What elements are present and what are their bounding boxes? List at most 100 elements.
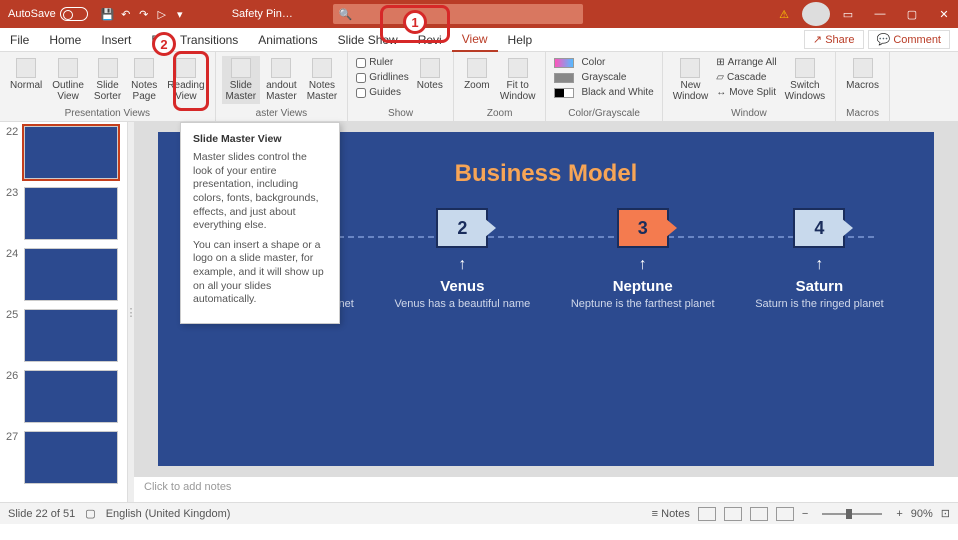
notes-icon xyxy=(420,58,440,78)
zoom-button[interactable]: Zoom xyxy=(460,56,494,93)
handout-icon xyxy=(271,58,291,78)
start-slideshow-icon[interactable]: ▷ xyxy=(154,6,170,22)
blackwhite-button[interactable]: Black and White xyxy=(552,86,655,99)
bw-swatch-icon xyxy=(554,88,574,98)
notes-master-button[interactable]: Notes Master xyxy=(303,56,342,104)
process-node[interactable]: 4 ↑ Saturn Saturn is the ringed planet xyxy=(755,208,883,311)
slide-master-icon xyxy=(231,58,251,78)
new-window-icon xyxy=(680,58,700,78)
gridlines-checkbox[interactable]: Gridlines xyxy=(354,71,410,84)
zoom-out-button[interactable]: − xyxy=(802,508,808,520)
comment-button[interactable]: 💬 Comment xyxy=(868,30,950,49)
zoom-percent[interactable]: 90% xyxy=(911,508,933,520)
tab-animations[interactable]: Animations xyxy=(248,28,327,52)
notes-input[interactable]: Click to add notes xyxy=(134,476,958,502)
node-shape: 3 xyxy=(617,208,669,248)
slide-thumbnail[interactable] xyxy=(24,431,118,484)
move-split-button[interactable]: ↔ Move Split xyxy=(714,86,778,99)
tab-transitions[interactable]: Transitions xyxy=(170,28,248,52)
arrange-all-button[interactable]: ⊞ Arrange All xyxy=(714,56,778,69)
save-icon[interactable]: 💾 xyxy=(100,6,116,22)
thumb-number: 26 xyxy=(6,370,20,423)
arrow-up-icon: ↑ xyxy=(571,256,715,274)
fit-window-button[interactable]: Fit to Window xyxy=(496,56,540,104)
group-label-colorgray: Color/Grayscale xyxy=(552,108,655,119)
tooltip-body: Master slides control the look of your e… xyxy=(193,151,327,233)
slide-thumbnail[interactable] xyxy=(24,187,118,240)
callout-number-1: 1 xyxy=(403,10,427,34)
slide-thumbnail[interactable] xyxy=(24,370,118,423)
tab-file[interactable]: File xyxy=(0,28,39,52)
guides-checkbox[interactable]: Guides xyxy=(354,86,410,99)
notes-master-icon xyxy=(312,58,332,78)
tab-home[interactable]: Home xyxy=(39,28,91,52)
sorter-icon xyxy=(98,58,118,78)
document-title[interactable]: Safety Pin… xyxy=(232,8,293,20)
ruler-checkbox[interactable]: Ruler xyxy=(354,56,410,69)
tab-help[interactable]: Help xyxy=(498,28,543,52)
search-input[interactable]: 🔍 xyxy=(333,4,583,24)
qat-more-icon[interactable]: ▾ xyxy=(172,6,188,22)
process-node[interactable]: 3 ↑ Neptune Neptune is the farthest plan… xyxy=(571,208,715,311)
zoom-in-button[interactable]: + xyxy=(896,508,902,520)
slideshow-view-icon[interactable] xyxy=(776,507,794,521)
reading-view-icon[interactable] xyxy=(750,507,768,521)
slide-master-button[interactable]: Slide Master xyxy=(222,56,261,104)
slide-counter: Slide 22 of 51 xyxy=(8,508,75,520)
search-icon: 🔍 xyxy=(339,8,353,21)
ribbon-options-icon[interactable]: ▭ xyxy=(834,2,862,26)
sorter-view-icon[interactable] xyxy=(724,507,742,521)
node-desc: Saturn is the ringed planet xyxy=(755,297,883,311)
thumb-number: 22 xyxy=(6,126,20,179)
handout-master-button[interactable]: andout Master xyxy=(262,56,301,104)
group-label-zoom: Zoom xyxy=(460,108,540,119)
notes-page-button[interactable]: Notes Page xyxy=(127,56,161,104)
grayscale-button[interactable]: Grayscale xyxy=(552,71,655,84)
color-button[interactable]: Color xyxy=(552,56,655,69)
minimize-icon[interactable]: — xyxy=(866,2,894,26)
tab-insert[interactable]: Insert xyxy=(91,28,141,52)
group-label-macros: Macros xyxy=(842,108,883,119)
slide-thumbnail[interactable] xyxy=(24,248,118,301)
switch-icon xyxy=(795,58,815,78)
color-swatch-icon xyxy=(554,58,574,68)
normal-view-button[interactable]: Normal xyxy=(6,56,46,93)
outline-view-button[interactable]: Outline View xyxy=(48,56,88,104)
autosave-toggle[interactable] xyxy=(60,7,88,21)
cascade-button[interactable]: ▱ Cascade xyxy=(714,71,778,84)
node-name: Neptune xyxy=(571,278,715,295)
tooltip-title: Slide Master View xyxy=(193,133,327,145)
thumb-number: 24 xyxy=(6,248,20,301)
macros-button[interactable]: Macros xyxy=(842,56,883,93)
fit-to-window-button[interactable]: ⊡ xyxy=(941,507,950,520)
redo-icon[interactable]: ↷ xyxy=(136,6,152,22)
slide-thumbnail[interactable] xyxy=(24,126,118,179)
node-name: Venus xyxy=(394,278,530,295)
warning-icon[interactable]: ⚠ xyxy=(770,2,798,26)
arrow-up-icon: ↑ xyxy=(755,256,883,274)
maximize-icon[interactable]: ▢ xyxy=(898,2,926,26)
slide-thumbnail[interactable] xyxy=(24,309,118,362)
autosave-label: AutoSave xyxy=(8,8,56,20)
slide-thumbnails-panel[interactable]: 22 23 24 25 26 27 xyxy=(0,122,128,502)
switch-windows-button[interactable]: Switch Windows xyxy=(781,56,830,104)
new-window-button[interactable]: New Window xyxy=(669,56,713,104)
node-shape: 2 xyxy=(436,208,488,248)
close-icon[interactable]: ✕ xyxy=(930,2,958,26)
notes-toggle[interactable]: ≡ Notes xyxy=(652,508,690,520)
slide-sorter-button[interactable]: Slide Sorter xyxy=(90,56,125,104)
share-button[interactable]: ↗ Share xyxy=(804,30,864,49)
normal-view-icon[interactable] xyxy=(698,507,716,521)
thumb-number: 27 xyxy=(6,431,20,484)
account-icon[interactable] xyxy=(802,2,830,26)
grayscale-swatch-icon xyxy=(554,73,574,83)
tab-view[interactable]: View xyxy=(452,28,498,52)
notes-page-icon xyxy=(134,58,154,78)
notes-button[interactable]: Notes xyxy=(413,56,447,93)
process-node[interactable]: 2 ↑ Venus Venus has a beautiful name xyxy=(394,208,530,311)
accessibility-icon[interactable]: ▢ xyxy=(85,507,95,520)
language-button[interactable]: English (United Kingdom) xyxy=(106,508,231,520)
zoom-slider[interactable] xyxy=(822,513,882,515)
node-desc: Neptune is the farthest planet xyxy=(571,297,715,311)
undo-icon[interactable]: ↶ xyxy=(118,6,134,22)
